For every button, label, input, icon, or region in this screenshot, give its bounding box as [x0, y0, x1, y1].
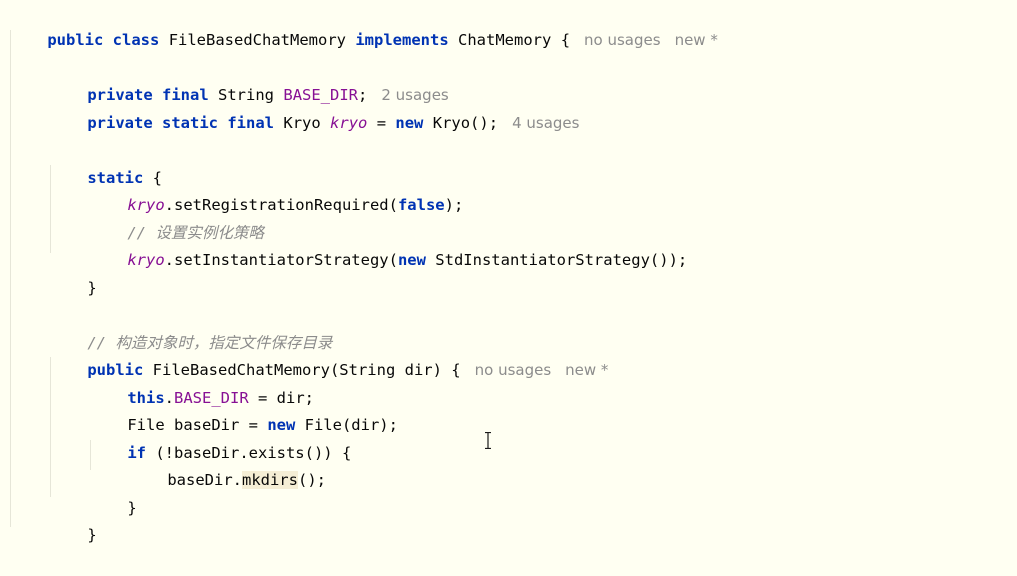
code-line-static-block[interactable]: static { — [50, 138, 162, 187]
author-hint[interactable]: new * — [675, 31, 718, 49]
brace: { — [560, 31, 571, 49]
indent-guide — [10, 30, 11, 527]
keyword: implements — [355, 31, 449, 49]
keyword: private — [87, 114, 153, 132]
keyword: public — [47, 31, 104, 49]
usages-hint[interactable]: 4 usages — [512, 114, 579, 132]
code-line-set-instantiator[interactable]: kryo.setInstantiatorStrategy(new StdInst… — [90, 220, 687, 269]
code-editor[interactable]: public class FileBasedChatMemory impleme… — [0, 0, 1017, 544]
keyword: class — [112, 31, 160, 49]
keyword: new — [395, 114, 424, 132]
author-hint[interactable]: new * — [565, 361, 608, 379]
code-line-set-registration[interactable]: kryo.setRegistrationRequired(false); — [90, 165, 463, 214]
keyword: false — [397, 196, 445, 214]
constructor-call: Kryo(); — [432, 114, 499, 132]
class-name: FileBasedChatMemory — [168, 31, 346, 49]
brace: } — [87, 279, 97, 297]
constructor-call: StdInstantiatorStrategy()); — [435, 251, 688, 269]
code-line-assign-base-dir[interactable]: this.BASE_DIR = dir; — [90, 358, 314, 407]
code-line-comment[interactable]: // 构造对象时，指定文件保存目录 — [50, 303, 332, 352]
method-call: .setInstantiatorStrategy( — [164, 251, 398, 269]
code-line-field-base-dir[interactable]: private final String BASE_DIR; 2 usages — [50, 55, 448, 104]
text-cursor-icon — [485, 432, 491, 449]
keyword: final — [227, 114, 275, 132]
receiver: baseDir. — [167, 471, 242, 489]
code-line-if-exists[interactable]: if (!baseDir.exists()) { — [90, 413, 351, 462]
brace: } — [87, 526, 97, 544]
method-name: mkdirs — [241, 471, 298, 489]
code-line-comment[interactable]: // 设置实例化策略 — [90, 193, 264, 242]
code-line-close-brace[interactable]: } — [50, 248, 96, 297]
punctuation: (); — [297, 471, 326, 489]
code-line-constructor-decl[interactable]: public FileBasedChatMemory(String dir) {… — [50, 330, 608, 379]
usages-hint[interactable]: no usages — [584, 31, 661, 49]
brace: } — [127, 499, 137, 517]
keyword: static — [162, 114, 218, 132]
static-field-name: kryo — [127, 251, 165, 269]
interface-name: ChatMemory — [458, 31, 552, 49]
keyword: new — [397, 251, 426, 269]
code-line-field-kryo[interactable]: private static final Kryo kryo = new Kry… — [50, 83, 579, 132]
type-name: Kryo — [283, 114, 321, 132]
punctuation: ); — [444, 196, 464, 214]
usages-hint[interactable]: no usages — [475, 361, 552, 379]
code-line-mkdirs[interactable]: baseDir.mkdirs(); — [130, 440, 326, 489]
operator: = — [376, 114, 387, 132]
code-line-close-brace[interactable]: } — [90, 468, 136, 517]
code-line-class-decl[interactable]: public class FileBasedChatMemory impleme… — [10, 0, 718, 49]
code-line-new-file[interactable]: File baseDir = new File(dir); — [90, 385, 398, 434]
static-field-name: kryo — [330, 114, 368, 132]
code-line-close-brace[interactable]: } — [50, 495, 96, 544]
